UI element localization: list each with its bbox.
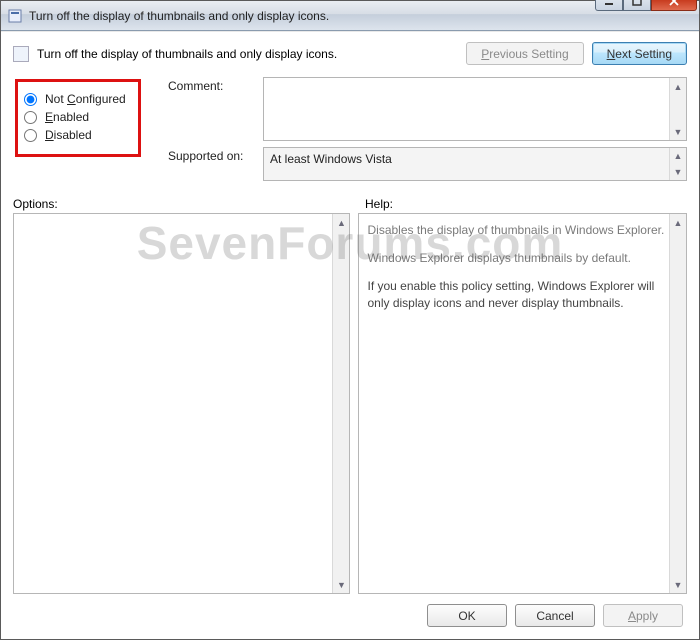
supported-value-box: At least Windows Vista ▲ ▼ (263, 147, 687, 181)
radio-enabled[interactable]: Enabled (22, 110, 130, 124)
help-label: Help: (365, 197, 393, 211)
radio-disabled-input[interactable] (24, 129, 37, 142)
header-row: Turn off the display of thumbnails and o… (13, 42, 687, 69)
window-title: Turn off the display of thumbnails and o… (29, 9, 595, 23)
app-icon (7, 8, 23, 24)
options-pane: ▲ ▼ (13, 213, 350, 594)
supported-value: At least Windows Vista (270, 152, 392, 166)
next-setting-button[interactable]: Next Setting (592, 42, 687, 65)
supported-scrollbar: ▲ ▼ (669, 148, 686, 180)
options-scrollbar: ▲ ▼ (332, 214, 349, 593)
panes: ▲ ▼ Disables the display of thumbnails i… (13, 213, 687, 594)
supported-row: Supported on: At least Windows Vista ▲ ▼ (168, 147, 687, 181)
scroll-up-icon[interactable]: ▲ (670, 214, 686, 231)
window-buttons (595, 0, 697, 11)
help-pane: Disables the display of thumbnails in Wi… (358, 213, 687, 594)
footer-buttons: OK Cancel Apply (13, 594, 687, 629)
maximize-icon (632, 0, 642, 6)
cancel-button[interactable]: Cancel (515, 604, 595, 627)
ok-button[interactable]: OK (427, 604, 507, 627)
apply-button: Apply (603, 604, 683, 627)
close-icon (668, 0, 680, 6)
policy-icon (13, 46, 29, 62)
scroll-up-icon: ▲ (333, 214, 349, 231)
policy-title-text: Turn off the display of thumbnails and o… (37, 47, 337, 61)
help-text-1: Disables the display of thumbnails in Wi… (367, 222, 666, 238)
state-radio-group: Not Configured Enabled Disabled (15, 79, 141, 157)
scroll-down-icon[interactable]: ▼ (670, 123, 686, 140)
scroll-up-icon[interactable]: ▲ (670, 78, 686, 95)
section-labels: Options: Help: (13, 197, 687, 211)
comment-textarea[interactable]: ▲ ▼ (263, 77, 687, 141)
previous-setting-button: Previous Setting (466, 42, 583, 65)
scroll-up-icon: ▲ (670, 148, 686, 164)
comment-row: Comment: ▲ ▼ (168, 77, 687, 141)
comment-label: Comment: (168, 77, 263, 93)
options-label: Options: (13, 197, 365, 211)
help-scrollbar[interactable]: ▲ ▼ (669, 214, 686, 593)
help-text-3: If you enable this policy setting, Windo… (367, 278, 666, 310)
scroll-down-icon[interactable]: ▼ (670, 576, 686, 593)
scroll-down-icon: ▼ (670, 164, 686, 180)
comment-scrollbar[interactable]: ▲ ▼ (669, 78, 686, 140)
client-area: Turn off the display of thumbnails and o… (1, 31, 699, 639)
maximize-button[interactable] (623, 0, 651, 11)
radio-not-configured[interactable]: Not Configured (22, 92, 130, 106)
policy-description: Turn off the display of thumbnails and o… (13, 42, 458, 62)
help-text-2: Windows Explorer displays thumbnails by … (367, 250, 666, 266)
titlebar[interactable]: Turn off the display of thumbnails and o… (1, 1, 699, 31)
minimize-icon (604, 0, 614, 6)
scroll-down-icon: ▼ (333, 576, 349, 593)
close-button[interactable] (651, 0, 697, 11)
minimize-button[interactable] (595, 0, 623, 11)
nav-buttons: Previous Setting Next Setting (466, 42, 687, 65)
radio-not-configured-input[interactable] (24, 93, 37, 106)
policy-dialog-window: Turn off the display of thumbnails and o… (0, 0, 700, 640)
supported-label: Supported on: (168, 147, 263, 163)
radio-disabled[interactable]: Disabled (22, 128, 130, 142)
radio-enabled-input[interactable] (24, 111, 37, 124)
